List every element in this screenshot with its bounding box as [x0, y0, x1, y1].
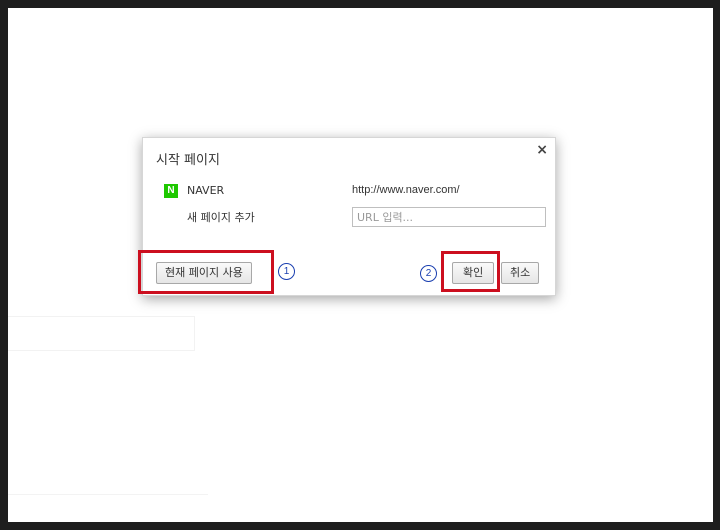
- step-marker-2: 2: [420, 265, 437, 282]
- add-page-row: 새 페이지 추가: [164, 207, 546, 227]
- entry-url: http://www.naver.com/: [352, 184, 460, 196]
- add-page-label: 새 페이지 추가: [187, 211, 255, 224]
- cancel-button[interactable]: 취소: [501, 262, 540, 284]
- naver-logo-icon: N: [164, 184, 178, 198]
- startup-entry-naver: N NAVER http://www.naver.com/: [164, 182, 544, 202]
- background-box: [8, 316, 195, 351]
- highlight-box-1: [138, 250, 274, 294]
- background-line: [8, 494, 208, 495]
- dialog-title: 시작 페이지: [156, 153, 220, 168]
- url-input[interactable]: [352, 207, 546, 227]
- step-marker-1: 1: [278, 263, 295, 280]
- close-icon[interactable]: ×: [536, 142, 548, 158]
- entry-name: NAVER: [187, 184, 225, 197]
- highlight-box-2: [441, 251, 500, 292]
